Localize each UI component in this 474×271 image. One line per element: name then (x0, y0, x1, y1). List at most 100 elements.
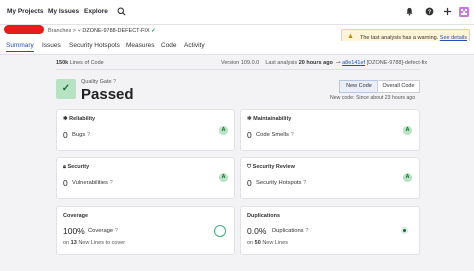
nav-explore[interactable]: Explore (84, 8, 108, 15)
security-grade[interactable]: A (219, 173, 228, 182)
security-review-title: ⛉ Security Review (247, 164, 295, 171)
analysis-meta: Version 109.0.0 Last analysis 20 hours a… (221, 60, 427, 66)
coverage-sub-count[interactable]: 13 (71, 240, 77, 246)
project-tabs: Summary Issues Security Hotspots Measure… (0, 41, 474, 55)
breadcrumb-branches-link[interactable]: Branches (48, 28, 71, 34)
security-review-card: ⛉ Security Review 0 Security Hotspots ? … (240, 157, 420, 199)
code-smells-label: Code Smells ? (256, 132, 294, 138)
overall-code-toggle[interactable]: Overall Code (377, 80, 420, 93)
security-card: 🔒︎ Security 0 Vulnerabilities ? A (56, 157, 235, 199)
breadcrumb-separator: > (72, 28, 76, 34)
bugs-label-text: Bugs (72, 132, 86, 138)
new-code-since: New code: Since about 23 hours ago (330, 95, 416, 101)
bugs-label: Bugs ? (72, 132, 90, 138)
branch-ref: [DZONE-9788]-defect-fix (366, 60, 428, 66)
quality-gate-label-text: Quality Gate (81, 79, 112, 85)
tab-code[interactable]: Code (161, 42, 177, 49)
security-hotspots-label-text: Security Hotspots (256, 180, 302, 186)
coverage-value[interactable]: 100% (63, 226, 85, 236)
warning-text: The last analysis has a warning. (360, 34, 439, 41)
coverage-title: Coverage (63, 213, 89, 219)
reliability-grade[interactable]: A (219, 126, 228, 135)
maintainability-title: ✻ Maintainability (247, 116, 291, 122)
last-analysis-label: Last analysis (265, 60, 298, 66)
duplications-sub-text: New Lines (262, 240, 288, 246)
quality-gate-check-icon: ✓ (56, 79, 76, 99)
duplications-label-text: Duplications (272, 228, 304, 234)
top-nav-bar: My Projects My Issues Explore ? (0, 0, 474, 25)
help-icon[interactable]: ? (87, 132, 90, 138)
redacted-project-name (4, 25, 44, 34)
loc-value: 150k (56, 60, 69, 66)
version: Version 109.0.0 (221, 60, 260, 66)
help-icon[interactable]: ? (425, 7, 434, 16)
warning-see-details-link[interactable]: See details (440, 35, 467, 41)
tab-measures[interactable]: Measures (126, 42, 155, 49)
duplications-sub-count[interactable]: 50 (255, 240, 261, 246)
duplications-label: Duplications ? (272, 228, 308, 234)
vulnerabilities-label: Vulnerabilities ? (72, 180, 113, 186)
coverage-sub-prefix: on (63, 240, 70, 246)
maintainability-grade[interactable]: A (403, 126, 412, 135)
reliability-card: ✱ Reliability 0 Bugs ? A (56, 109, 235, 151)
nav-my-issues[interactable]: My Issues (48, 8, 79, 15)
breadcrumb: Branches > ⑂ DZONE-9788-DEFECT-FIX ✓ (48, 28, 156, 34)
duplications-sub: on 50 New Lines (247, 240, 288, 246)
commit-link[interactable]: a8e141ef (342, 60, 365, 66)
coverage-sub-text: New Lines to cover (78, 240, 126, 246)
coverage-label-text: Coverage (88, 228, 114, 234)
tab-summary[interactable]: Summary (6, 42, 34, 52)
duplications-sub-prefix: on (247, 240, 254, 246)
coverage-ring-icon (214, 225, 226, 237)
code-smells-value[interactable]: 0 (247, 130, 252, 140)
maintainability-icon: ✻ (247, 116, 252, 122)
new-code-toggle[interactable]: New Code (339, 80, 379, 93)
help-icon[interactable]: ? (110, 180, 113, 186)
user-avatar[interactable] (459, 7, 469, 17)
loc-label: Lines of Code (69, 60, 104, 66)
help-icon[interactable]: ? (303, 180, 306, 186)
tab-security-hotspots[interactable]: Security Hotspots (69, 42, 120, 49)
bell-icon[interactable] (405, 7, 414, 16)
tab-activity[interactable]: Activity (184, 42, 205, 49)
help-icon[interactable]: ? (113, 79, 116, 85)
coverage-sub: on 13 New Lines to cover (63, 240, 125, 246)
last-analysis-time: 20 hours ago (298, 60, 333, 66)
bugs-value[interactable]: 0 (63, 130, 68, 140)
reliability-title: ✱ Reliability (63, 116, 95, 122)
security-title-text: Security (67, 164, 90, 170)
security-hotspots-label: Security Hotspots ? (256, 180, 306, 186)
lock-icon: 🔒︎ (63, 164, 66, 170)
quality-gate-status: Passed (81, 86, 134, 103)
maintainability-card: ✻ Maintainability 0 Code Smells ? A (240, 109, 420, 151)
branch-status-check-icon: ✓ (151, 28, 156, 34)
vulnerabilities-value[interactable]: 0 (63, 178, 68, 188)
duplications-title: Duplications (247, 213, 281, 219)
maintainability-title-text: Maintainability (253, 116, 292, 122)
shield-icon: ⛉ (247, 164, 252, 170)
tab-issues[interactable]: Issues (42, 42, 61, 49)
nav-my-projects[interactable]: My Projects (7, 8, 44, 15)
plus-icon[interactable] (443, 7, 452, 16)
security-title: 🔒︎ Security (63, 164, 89, 171)
security-review-grade[interactable]: A (403, 173, 412, 182)
branch-icon: ⑂ (77, 28, 81, 34)
vulnerabilities-label-text: Vulnerabilities (72, 180, 108, 186)
search-icon[interactable] (117, 7, 126, 16)
svg-text:?: ? (428, 9, 431, 15)
branch-name[interactable]: DZONE-9788-DEFECT-FIX (82, 28, 149, 34)
warning-icon: ▲ (347, 33, 354, 40)
security-hotspots-value[interactable]: 0 (247, 178, 252, 188)
help-icon[interactable]: ? (291, 132, 294, 138)
duplications-card: Duplications 0.0% Duplications ? on 50 N… (240, 206, 420, 255)
help-icon[interactable]: ? (305, 228, 308, 234)
divider (56, 69, 420, 70)
quality-gate-label: Quality Gate ? (81, 79, 116, 85)
duplications-indicator-icon (401, 227, 408, 234)
help-icon[interactable]: ? (115, 228, 118, 234)
code-smells-label-text: Code Smells (256, 132, 289, 138)
lines-of-code: 150k Lines of Code (56, 60, 104, 66)
coverage-label: Coverage ? (88, 228, 118, 234)
duplications-value[interactable]: 0.0% (247, 226, 266, 236)
commit-icon: ⊸ (335, 60, 341, 66)
